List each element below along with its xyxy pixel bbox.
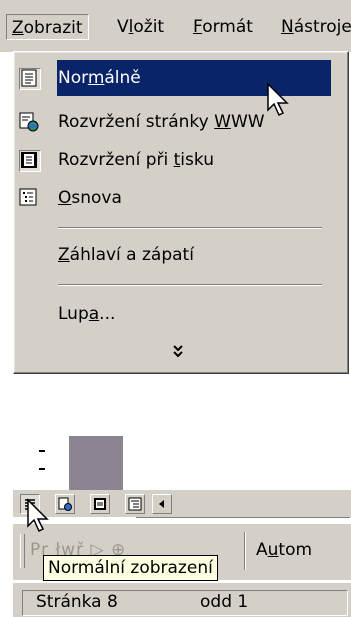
- web-layout-icon: [19, 112, 39, 132]
- tooltip: Normální zobrazení: [43, 555, 218, 581]
- menu-vlozit[interactable]: Vložit: [112, 14, 169, 40]
- access-key: O: [58, 188, 72, 208]
- outline-view-icon: [128, 497, 142, 511]
- menu-zobrazit[interactable]: Zobrazit: [6, 14, 89, 40]
- normal-view-icon: [19, 68, 41, 90]
- button-label: tom: [278, 540, 313, 560]
- label-text: ...: [99, 304, 116, 324]
- menu-separator: [58, 284, 322, 286]
- menu-item-zoom[interactable]: Lupa...: [14, 296, 348, 332]
- print-layout-icon: [19, 150, 41, 172]
- menu-format[interactable]: Formát: [188, 14, 258, 40]
- menu-item-print-layout[interactable]: Rozvržení při tisku: [14, 142, 348, 178]
- menu-nastroje[interactable]: Nástroje: [276, 14, 351, 40]
- autoshapes-button[interactable]: Autom: [256, 540, 312, 560]
- print-layout-icon: [94, 498, 106, 510]
- horizontal-scrollbar[interactable]: [136, 517, 350, 518]
- button-label: A: [256, 540, 268, 560]
- label-text: Rozvržení stránky: [58, 112, 215, 132]
- web-layout-icon: [58, 497, 72, 511]
- menu-item-label: Rozvržení stránky WWW: [58, 104, 265, 140]
- access-key: F: [193, 17, 203, 37]
- menu-item-label: Lupa...: [58, 296, 115, 332]
- label-text: Rozvržení při: [58, 150, 174, 170]
- label-text: WW: [230, 112, 265, 132]
- menu-item-normal[interactable]: Normálně: [14, 60, 348, 96]
- vertical-ruler: [13, 436, 69, 490]
- status-page: Stránka 8: [36, 592, 118, 612]
- label-text: snova: [71, 188, 122, 208]
- label-text: Lup: [58, 304, 89, 324]
- label-text: Nor: [58, 68, 88, 88]
- mouse-pointer-icon: [267, 82, 289, 117]
- scroll-left-button[interactable]: [152, 494, 172, 514]
- menu-label: ástroje: [293, 17, 351, 37]
- access-key: Z: [12, 18, 24, 38]
- menu-label: obrazit: [23, 18, 83, 38]
- web-layout-view-button[interactable]: [55, 494, 75, 514]
- document-area: [69, 436, 123, 490]
- access-key: u: [267, 540, 279, 560]
- ruler-tick: [39, 450, 45, 452]
- expand-menu-chevron-icon[interactable]: [172, 344, 184, 361]
- toolbar-grip[interactable]: [20, 534, 25, 568]
- arrow-left-icon: [159, 500, 164, 508]
- label-text: áhlaví a zápatí: [69, 245, 194, 265]
- status-section: odd 1: [200, 592, 249, 612]
- outline-view-button[interactable]: [125, 494, 145, 514]
- print-layout-view-button[interactable]: [90, 494, 110, 514]
- label-text: isku: [180, 150, 214, 170]
- outline-view-icon: [19, 188, 39, 208]
- menu-label: V: [117, 17, 129, 37]
- menu-item-web-layout[interactable]: Rozvržení stránky WWW: [14, 104, 348, 140]
- menu-item-outline[interactable]: Osnova: [14, 180, 348, 216]
- mouse-pointer-icon: [27, 498, 49, 533]
- access-key: m: [87, 68, 105, 88]
- menu-label: ormát: [202, 17, 253, 37]
- access-key: Z: [58, 245, 70, 265]
- menu-separator: [58, 227, 322, 229]
- view-dropdown-menu: Normálně Rozvržení stránky WWW Rozvržení…: [13, 51, 349, 374]
- menu-bar: Zobrazit Vložit Formát Nástroje: [0, 0, 351, 53]
- access-key: a: [88, 304, 100, 324]
- label-text: álně: [104, 68, 141, 88]
- toolbar-separator: [244, 532, 246, 570]
- ruler-tick: [39, 468, 45, 470]
- menu-item-label: Záhlaví a zápatí: [58, 237, 194, 273]
- menu-label: ožit: [133, 17, 165, 37]
- menu-item-header-footer[interactable]: Záhlaví a zápatí: [14, 237, 348, 273]
- menu-item-label: Osnova: [58, 180, 122, 216]
- menu-item-label: Rozvržení při tisku: [58, 142, 214, 178]
- access-key: W: [214, 112, 231, 132]
- access-key: N: [281, 17, 294, 37]
